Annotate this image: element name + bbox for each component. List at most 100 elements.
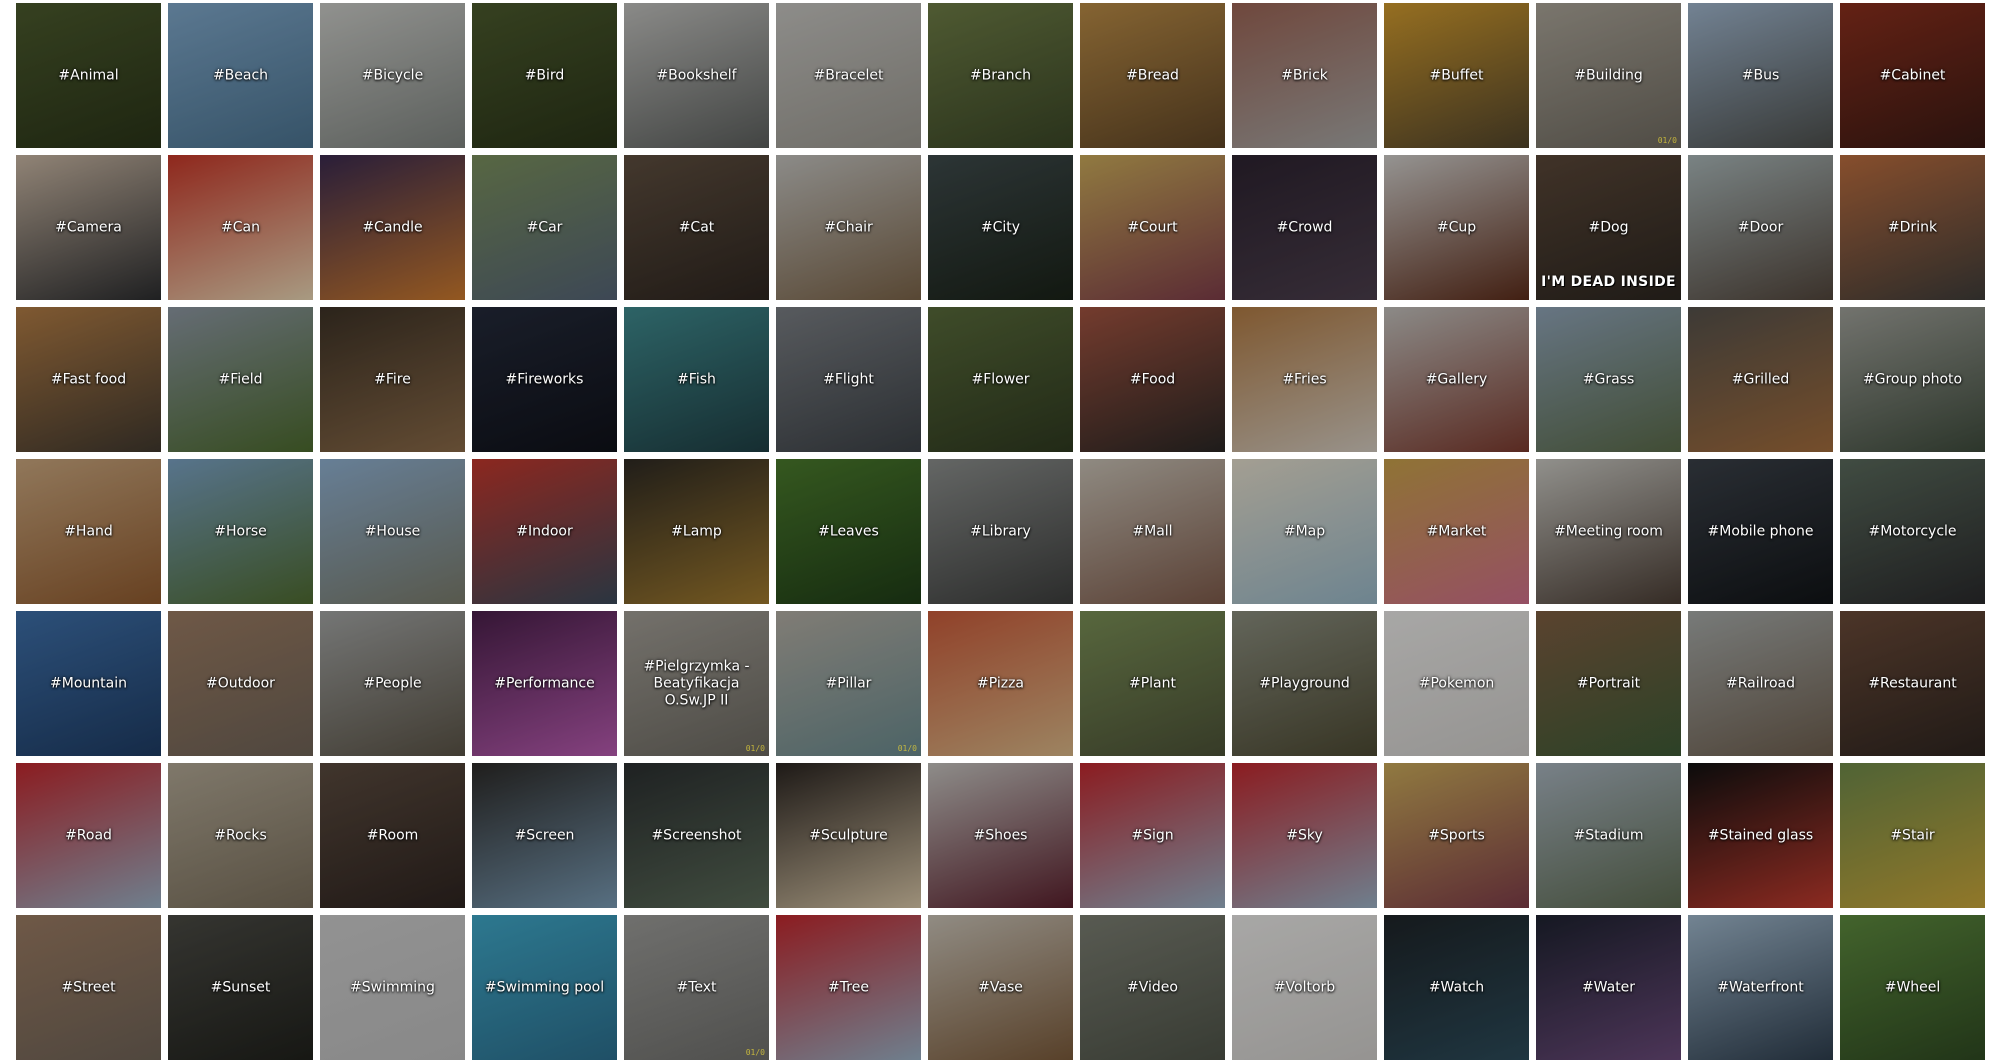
gallery-tile[interactable]: #Playground	[1232, 611, 1377, 756]
gallery-tile[interactable]: #Animal	[16, 3, 161, 148]
gallery-tile[interactable]: #Chair	[776, 155, 921, 300]
gallery-tile[interactable]: #Sports	[1384, 763, 1529, 908]
tile-tag-label: #Railroad	[1726, 675, 1795, 691]
gallery-tile[interactable]: #Can	[168, 155, 313, 300]
gallery-tile[interactable]: 01/0 #Building	[1536, 3, 1681, 148]
tile-tag-label: #Bread	[1126, 67, 1179, 83]
gallery-tile[interactable]: #Swimming	[320, 915, 465, 1060]
gallery-tile[interactable]: #Court	[1080, 155, 1225, 300]
gallery-tile[interactable]: #Mountain	[16, 611, 161, 756]
gallery-tile[interactable]: #Beach	[168, 3, 313, 148]
gallery-tile[interactable]: #Mall	[1080, 459, 1225, 604]
gallery-tile[interactable]: #Bird	[472, 3, 617, 148]
tile-tag-label: #Fire	[374, 371, 411, 387]
gallery-tile[interactable]: #House	[320, 459, 465, 604]
gallery-tile[interactable]: #Bread	[1080, 3, 1225, 148]
gallery-tile[interactable]: #Bus	[1688, 3, 1833, 148]
gallery-tile[interactable]: #Fireworks	[472, 307, 617, 452]
gallery-tile[interactable]: #Group photo	[1840, 307, 1985, 452]
gallery-tile[interactable]: #Fast food	[16, 307, 161, 452]
gallery-tile[interactable]: #Shoes	[928, 763, 1073, 908]
gallery-tile[interactable]: #Candle	[320, 155, 465, 300]
gallery-tile[interactable]: #Screen	[472, 763, 617, 908]
gallery-tile[interactable]: #Branch	[928, 3, 1073, 148]
gallery-tile[interactable]: #Voltorb	[1232, 915, 1377, 1060]
gallery-tile[interactable]: #Outdoor	[168, 611, 313, 756]
gallery-tile[interactable]: #Plant	[1080, 611, 1225, 756]
gallery-tile[interactable]: #Road	[16, 763, 161, 908]
gallery-tile[interactable]: #Gallery	[1384, 307, 1529, 452]
gallery-tile[interactable]: #Pizza	[928, 611, 1073, 756]
gallery-tile[interactable]: #Flower	[928, 307, 1073, 452]
gallery-tile[interactable]: #Drink	[1840, 155, 1985, 300]
gallery-tile[interactable]: #Field	[168, 307, 313, 452]
gallery-tile[interactable]: #Car	[472, 155, 617, 300]
gallery-tile[interactable]: #Motorcycle	[1840, 459, 1985, 604]
gallery-tile[interactable]: #Fish	[624, 307, 769, 452]
gallery-tile[interactable]: I'M DEAD INSIDE #Dog	[1536, 155, 1681, 300]
gallery-tile[interactable]: #Tree	[776, 915, 921, 1060]
gallery-tile[interactable]: #Vase	[928, 915, 1073, 1060]
gallery-tile[interactable]: #Watch	[1384, 915, 1529, 1060]
tile-tag-label: #Bicycle	[361, 67, 424, 83]
gallery-tile[interactable]: #Grass	[1536, 307, 1681, 452]
gallery-tile[interactable]: #Sunset	[168, 915, 313, 1060]
gallery-tile[interactable]: #Lamp	[624, 459, 769, 604]
tile-tag-label: #Bracelet	[813, 67, 884, 83]
gallery-tile[interactable]: #Bookshelf	[624, 3, 769, 148]
gallery-tile[interactable]: #Street	[16, 915, 161, 1060]
gallery-tile[interactable]: #Stadium	[1536, 763, 1681, 908]
gallery-tile[interactable]: #Waterfront	[1688, 915, 1833, 1060]
gallery-tile[interactable]: #Leaves	[776, 459, 921, 604]
gallery-tile[interactable]: #Sky	[1232, 763, 1377, 908]
gallery-tile[interactable]: #Grilled	[1688, 307, 1833, 452]
gallery-tile[interactable]: #Room	[320, 763, 465, 908]
gallery-tile[interactable]: #Sculpture	[776, 763, 921, 908]
gallery-tile[interactable]: #Rocks	[168, 763, 313, 908]
gallery-tile[interactable]: #Door	[1688, 155, 1833, 300]
gallery-tile[interactable]: #Flight	[776, 307, 921, 452]
gallery-tile[interactable]: #Mobile phone	[1688, 459, 1833, 604]
gallery-tile[interactable]: #Camera	[16, 155, 161, 300]
gallery-tile[interactable]: #Library	[928, 459, 1073, 604]
gallery-tile[interactable]: #Swimming pool	[472, 915, 617, 1060]
tile-tag-label: #Lamp	[671, 523, 722, 539]
gallery-tile[interactable]: #Map	[1232, 459, 1377, 604]
gallery-tile[interactable]: #Pokemon	[1384, 611, 1529, 756]
gallery-tile[interactable]: #Buffet	[1384, 3, 1529, 148]
gallery-tile[interactable]: #Hand	[16, 459, 161, 604]
gallery-tile[interactable]: #Restaurant	[1840, 611, 1985, 756]
gallery-tile[interactable]: #Cat	[624, 155, 769, 300]
gallery-tile[interactable]: #Water	[1536, 915, 1681, 1060]
gallery-tile[interactable]: #Crowd	[1232, 155, 1377, 300]
gallery-tile[interactable]: 01/0 #Text	[624, 915, 769, 1060]
gallery-tile[interactable]: #Food	[1080, 307, 1225, 452]
gallery-tile[interactable]: #People	[320, 611, 465, 756]
gallery-tile[interactable]: 01/0 #Pillar	[776, 611, 921, 756]
gallery-tile[interactable]: #Railroad	[1688, 611, 1833, 756]
gallery-tile[interactable]: #Stained glass	[1688, 763, 1833, 908]
gallery-tile[interactable]: #Video	[1080, 915, 1225, 1060]
tile-tag-label: #Tree	[828, 979, 869, 995]
gallery-tile[interactable]: #Stair	[1840, 763, 1985, 908]
gallery-tile[interactable]: #Brick	[1232, 3, 1377, 148]
gallery-tile[interactable]: #Performance	[472, 611, 617, 756]
gallery-tile[interactable]: #Fries	[1232, 307, 1377, 452]
gallery-tile[interactable]: #Screenshot	[624, 763, 769, 908]
gallery-tile[interactable]: #Portrait	[1536, 611, 1681, 756]
gallery-tile[interactable]: #Sign	[1080, 763, 1225, 908]
gallery-tile[interactable]: 01/0 #Pielgrzymka - Beatyfikacja O.Sw.JP …	[624, 611, 769, 756]
gallery-tile[interactable]: #Bicycle	[320, 3, 465, 148]
gallery-tile[interactable]: #Horse	[168, 459, 313, 604]
gallery-tile[interactable]: #Bracelet	[776, 3, 921, 148]
gallery-tile[interactable]: #Wheel	[1840, 915, 1985, 1060]
tile-tag-label: #Fish	[677, 371, 716, 387]
gallery-tile[interactable]: #City	[928, 155, 1073, 300]
gallery-tile[interactable]: #Meeting room	[1536, 459, 1681, 604]
gallery-tile[interactable]: #Cup	[1384, 155, 1529, 300]
gallery-tile[interactable]: #Fire	[320, 307, 465, 452]
gallery-tile[interactable]: #Market	[1384, 459, 1529, 604]
tile-tag-label: #Leaves	[818, 523, 879, 539]
gallery-tile[interactable]: #Cabinet	[1840, 3, 1985, 148]
gallery-tile[interactable]: #Indoor	[472, 459, 617, 604]
